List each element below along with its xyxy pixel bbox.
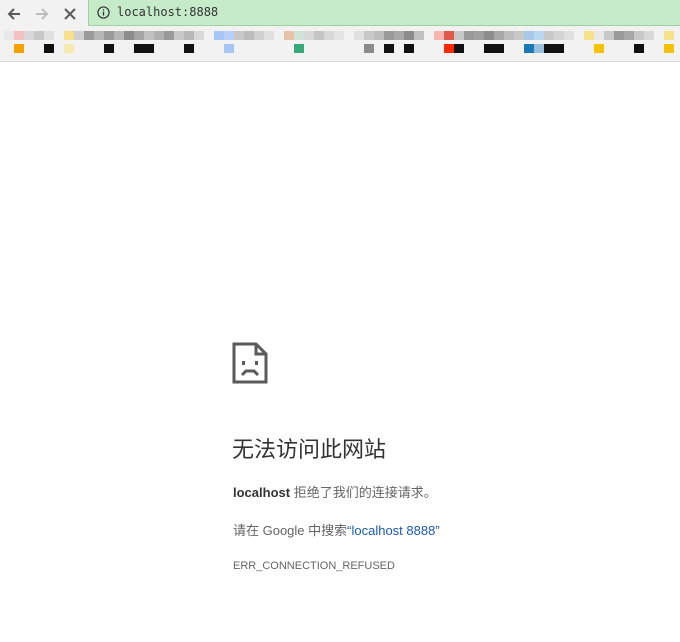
google-search-link[interactable]: “localhost 8888” [347, 523, 440, 538]
close-icon [64, 8, 76, 20]
stop-button[interactable] [59, 3, 81, 25]
error-code: ERR_CONNECTION_REFUSED [233, 560, 395, 572]
url-text[interactable]: localhost:8888 [117, 5, 218, 19]
bookmark-item[interactable] [64, 31, 204, 57]
bookmarks-bar [0, 27, 680, 62]
error-page: 无法访问此网站 localhost 拒绝了我们的连接请求。 请在 Google … [0, 62, 680, 642]
bookmark-item[interactable] [354, 31, 424, 57]
back-button[interactable] [3, 3, 25, 25]
arrow-left-icon [7, 8, 20, 20]
error-title: 无法访问此网站 [232, 438, 387, 463]
error-message-text: 拒绝了我们的连接请求。 [290, 485, 437, 500]
browser-toolbar: localhost:8888 [0, 0, 680, 27]
bookmark-item[interactable] [4, 31, 54, 57]
bookmark-item[interactable] [664, 31, 680, 57]
sad-page-icon [232, 342, 268, 384]
info-icon[interactable] [97, 6, 110, 19]
error-host: localhost [233, 485, 291, 500]
error-message: localhost 拒绝了我们的连接请求。 [233, 482, 437, 501]
address-bar[interactable]: localhost:8888 [88, 0, 680, 26]
search-prefix: 请在 Google 中搜索 [233, 523, 348, 538]
search-suggestion: 请在 Google 中搜索“localhost 8888” [233, 520, 440, 539]
arrow-right-icon [36, 8, 49, 20]
bookmark-item[interactable] [434, 31, 524, 57]
bookmark-item[interactable] [524, 31, 574, 57]
bookmark-item[interactable] [584, 31, 654, 57]
forward-button[interactable] [31, 3, 53, 25]
bookmark-item[interactable] [214, 31, 274, 57]
bookmark-item[interactable] [284, 31, 344, 57]
